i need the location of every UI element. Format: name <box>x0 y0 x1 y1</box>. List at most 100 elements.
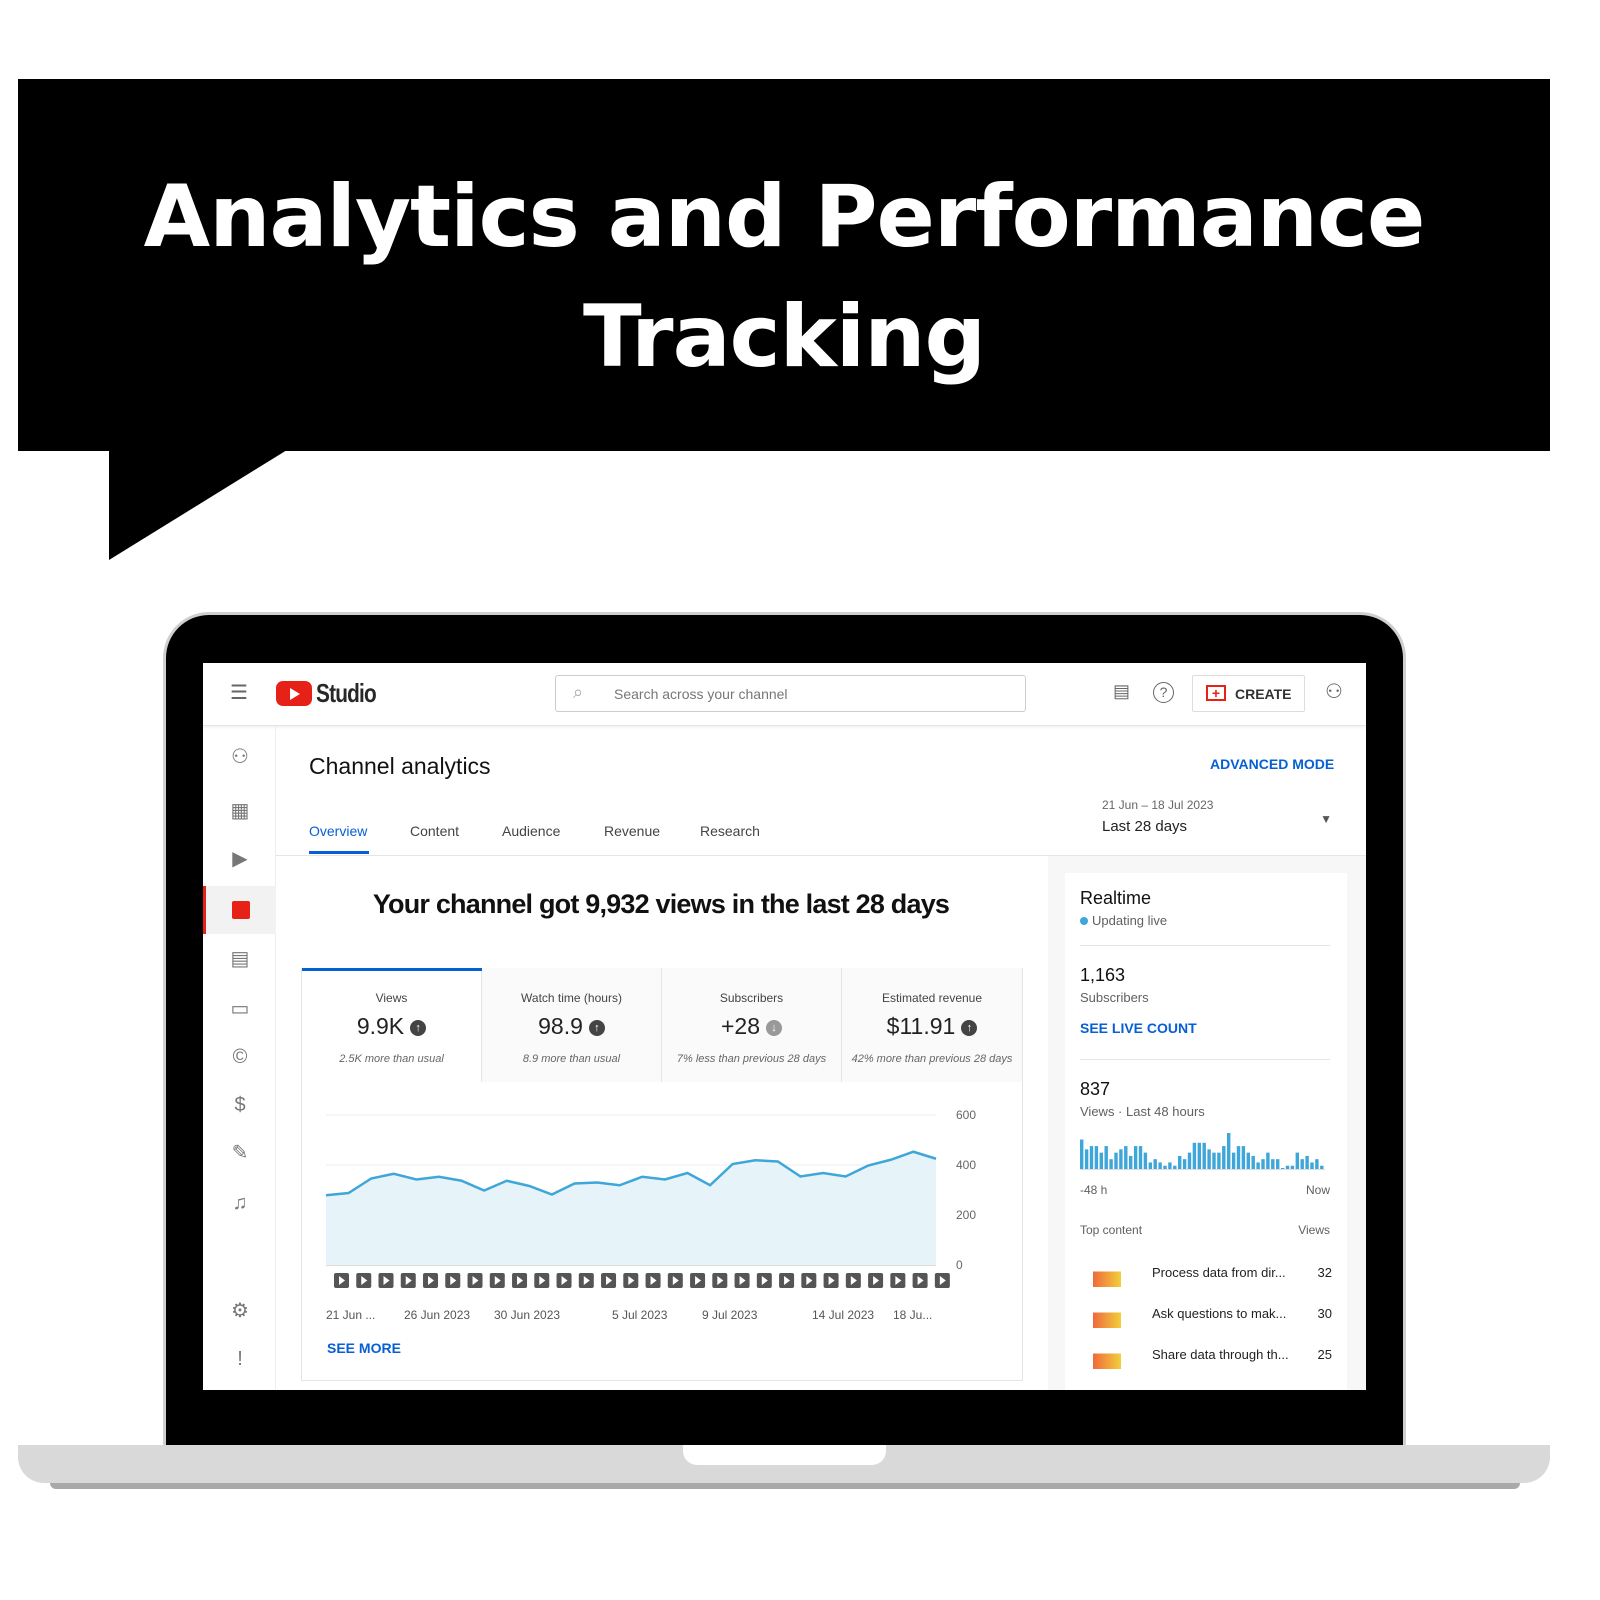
top-content-item[interactable]: Ask questions to mak... 30 <box>1082 1302 1332 1332</box>
y-tick-label: 0 <box>956 1258 963 1272</box>
content-icon[interactable]: ▶ <box>227 846 253 872</box>
views-chart: 600 400 200 0 21 Jun ... 26 Jun 2023 30 Jun 20… <box>325 1108 976 1322</box>
area-fill <box>326 1151 936 1265</box>
x-tick-label: 14 Jul 2023 <box>812 1308 874 1322</box>
video-marker[interactable] <box>556 1273 572 1288</box>
video-marker[interactable] <box>712 1273 728 1288</box>
search-input[interactable]: ⌕ Search across your channel <box>555 675 1026 712</box>
trend-up-icon: ↑ <box>588 1020 605 1036</box>
tab-overview[interactable]: Overview <box>309 823 367 839</box>
metric-value: 98.9 <box>538 1013 583 1039</box>
video-views: 25 <box>1317 1347 1332 1362</box>
realtime-bar <box>1163 1165 1167 1169</box>
video-marker[interactable] <box>578 1273 594 1288</box>
video-title: Share data through th... <box>1152 1347 1289 1362</box>
video-marker[interactable] <box>645 1273 661 1288</box>
x-tick-label: 9 Jul 2023 <box>702 1308 758 1322</box>
video-marker[interactable] <box>334 1273 349 1288</box>
video-marker[interactable] <box>690 1273 706 1288</box>
realtime-bar-chart <box>1080 1133 1325 1170</box>
realtime-bar <box>1129 1155 1133 1169</box>
video-marker[interactable] <box>823 1273 839 1288</box>
video-marker[interactable] <box>934 1273 950 1288</box>
video-marker[interactable] <box>489 1273 505 1288</box>
video-marker[interactable] <box>356 1273 372 1288</box>
metric-card-views[interactable]: Views 9.9K ↑ 2.5K more than usual <box>302 968 482 1082</box>
realtime-title: Realtime <box>1080 888 1152 908</box>
metric-label: Watch time (hours) <box>521 991 622 1005</box>
search-placeholder: Search across your channel <box>614 686 788 702</box>
realtime-bar <box>1080 1139 1084 1169</box>
customization-icon[interactable]: ✎ <box>227 1140 253 1166</box>
video-marker[interactable] <box>512 1273 528 1288</box>
help-icon[interactable]: ? <box>1153 682 1174 703</box>
realtime-bar <box>1182 1159 1187 1169</box>
video-marker[interactable] <box>445 1273 461 1288</box>
tab-research[interactable]: Research <box>700 823 760 839</box>
channel-avatar-icon[interactable]: ⚇ <box>227 744 253 770</box>
create-video-icon: + <box>1206 685 1226 701</box>
video-marker[interactable] <box>400 1273 416 1288</box>
realtime-bar <box>1315 1159 1319 1169</box>
realtime-bar <box>1320 1165 1324 1169</box>
send-feedback-icon[interactable]: ! <box>227 1346 253 1372</box>
video-marker[interactable] <box>601 1273 617 1288</box>
video-marker[interactable] <box>779 1273 795 1288</box>
audio-library-icon[interactable]: ♫ <box>227 1190 253 1216</box>
video-marker[interactable] <box>912 1273 928 1288</box>
sidebar-item-analytics[interactable] <box>203 886 276 934</box>
video-marker[interactable] <box>423 1273 439 1288</box>
metric-note: 7% less than previous 28 days <box>676 1053 827 1065</box>
metric-note: 42% more than previous 28 days <box>851 1053 1013 1065</box>
tab-revenue[interactable]: Revenue <box>604 823 660 839</box>
y-tick-label: 400 <box>956 1158 976 1172</box>
realtime-bar <box>1271 1159 1275 1169</box>
studio-screen: ☰ Studio ⌕ Search across your channel ▤ … <box>203 663 1366 1390</box>
metric-card-watch-time-hours-[interactable]: Watch time (hours) 98.9 ↑ 8.9 more than usu… <box>482 968 662 1082</box>
video-marker[interactable] <box>756 1273 772 1288</box>
realtime-bar <box>1192 1142 1197 1169</box>
active-tab-indicator <box>309 851 369 854</box>
feedback-icon[interactable]: ▤ <box>1113 681 1130 702</box>
metric-note: 2.5K more than usual <box>339 1053 444 1065</box>
video-marker[interactable] <box>734 1273 750 1288</box>
video-marker[interactable] <box>868 1273 884 1288</box>
realtime-bar <box>1285 1165 1290 1169</box>
account-icon[interactable]: ⚇ <box>1325 679 1343 704</box>
youtube-logo-icon[interactable] <box>276 681 312 706</box>
video-title: Ask questions to mak... <box>1152 1306 1287 1321</box>
date-range-selector[interactable]: 21 Jun – 18 Jul 2023 Last 28 days ▼ <box>1102 798 1332 838</box>
create-button[interactable]: + CREATE <box>1192 675 1305 712</box>
see-more-link[interactable]: SEE MORE <box>327 1340 401 1356</box>
video-marker[interactable] <box>667 1273 683 1288</box>
top-content-item[interactable]: Process data from dir... 32 <box>1082 1261 1332 1291</box>
metric-card-subscribers[interactable]: Subscribers +28 ↓ 7% less than previous 28 … <box>662 968 842 1082</box>
see-live-count-link[interactable]: SEE LIVE COUNT <box>1080 1020 1197 1036</box>
realtime-bar <box>1197 1142 1201 1169</box>
metric-card-estimated-revenue[interactable]: Estimated revenue $11.91 ↑ 42% more than pr… <box>842 968 1022 1082</box>
video-marker[interactable] <box>534 1273 550 1288</box>
tab-content[interactable]: Content <box>410 823 459 839</box>
x-tick-label: 26 Jun 2023 <box>404 1308 470 1322</box>
realtime-bar <box>1290 1165 1295 1169</box>
menu-icon[interactable]: ☰ <box>230 683 248 703</box>
monetization-icon[interactable]: $ <box>227 1092 253 1118</box>
settings-icon[interactable]: ⚙ <box>227 1298 253 1324</box>
video-marker[interactable] <box>467 1273 483 1288</box>
banner-title-line1: Analytics and Performance <box>143 167 1426 267</box>
comments-icon[interactable]: ▤ <box>227 946 253 972</box>
copyright-icon[interactable]: © <box>227 1044 253 1070</box>
divider <box>1080 945 1330 946</box>
video-marker[interactable] <box>801 1273 817 1288</box>
video-marker[interactable] <box>378 1273 394 1288</box>
advanced-mode-link[interactable]: ADVANCED MODE <box>1210 756 1334 772</box>
tab-audience[interactable]: Audience <box>502 823 560 839</box>
realtime-bar <box>1305 1155 1309 1169</box>
dashboard-icon[interactable]: ▦ <box>227 798 253 824</box>
top-content-item[interactable]: Share data through th... 25 <box>1082 1343 1332 1373</box>
subtitles-icon[interactable]: ▭ <box>227 996 253 1022</box>
video-marker[interactable] <box>623 1273 639 1288</box>
video-marker[interactable] <box>845 1273 861 1288</box>
subscribers-label: Subscribers <box>1080 990 1149 1005</box>
video-marker[interactable] <box>890 1273 906 1288</box>
